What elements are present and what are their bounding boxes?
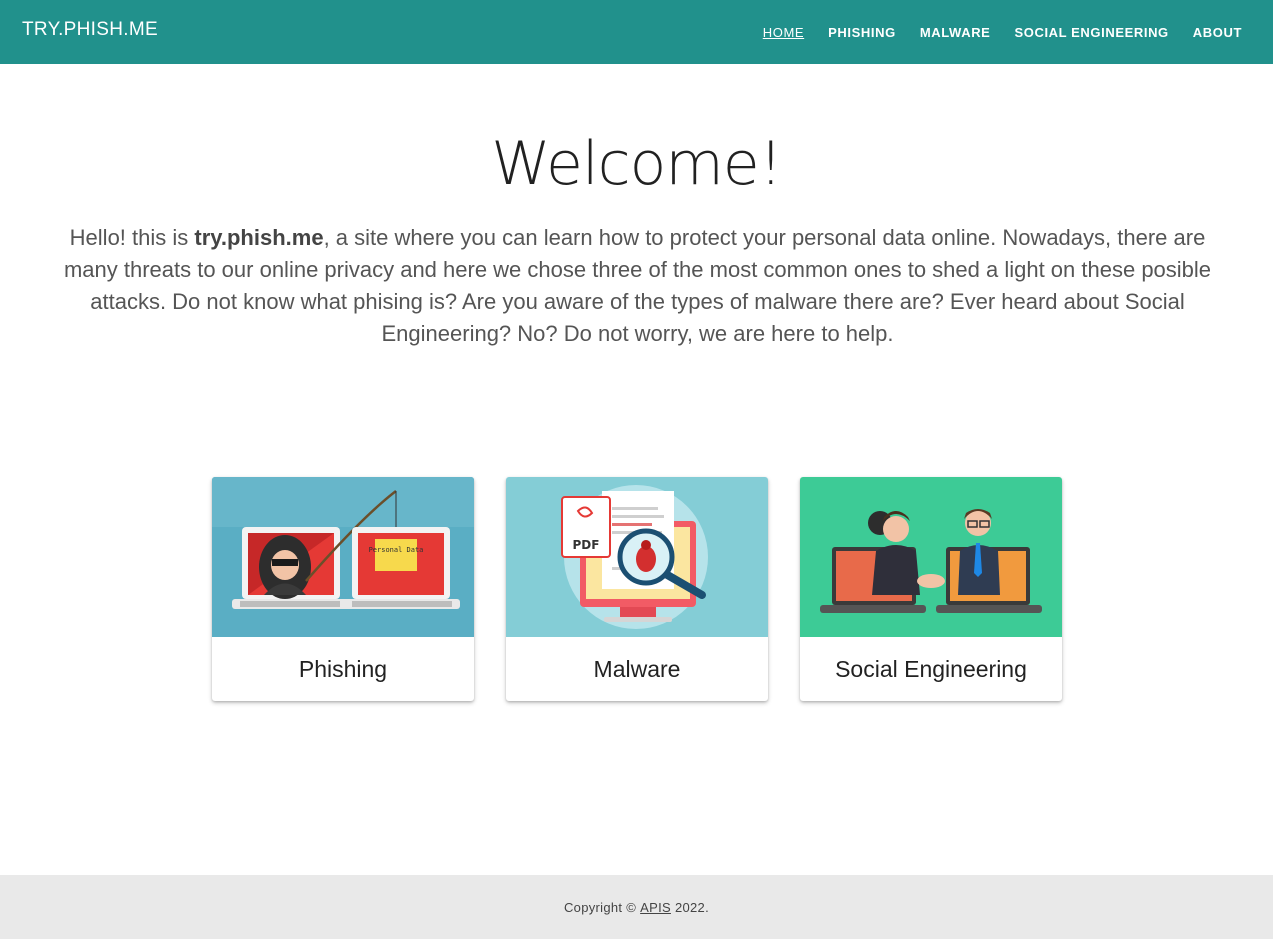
intro-site-name: try.phish.me	[194, 225, 324, 250]
pdf-label-text: PDF	[573, 538, 600, 552]
page-title: Welcome!	[491, 129, 783, 199]
nav-about-link[interactable]: ABOUT	[1193, 25, 1242, 40]
main-nav: HOME PHISHING MALWARE SOCIAL ENGINEERING…	[763, 0, 1242, 64]
nav-home-link[interactable]: HOME	[763, 25, 804, 40]
social-engineering-card-title: Social Engineering	[835, 655, 1027, 682]
intro-paragraph: Hello! this is try.phish.me, a site wher…	[50, 222, 1225, 350]
malware-pdf-magnifier-illustration: PDF	[506, 477, 768, 637]
brand-logo-link[interactable]: TRY.PHISH.ME	[22, 19, 158, 41]
copyright-year: 2022.	[674, 899, 709, 915]
footer: Copyright © APIS 2022.	[0, 875, 1273, 939]
nav-malware-link[interactable]: MALWARE	[920, 25, 991, 40]
top-navbar: TRY.PHISH.ME HOME PHISHING MALWARE SOCIA…	[0, 0, 1273, 64]
topic-cards: Personal Data Phishing PDF Malware Socia…	[212, 477, 1062, 701]
phishing-card[interactable]: Personal Data Phishing	[212, 477, 474, 701]
nav-social-engineering-link[interactable]: SOCIAL ENGINEERING	[1014, 25, 1168, 40]
malware-card-title: Malware	[593, 655, 681, 682]
personal-data-note-text: Personal Data	[369, 546, 424, 554]
social-engineering-handshake-illustration	[800, 477, 1062, 637]
phishing-hacker-laptops-illustration: Personal Data	[212, 477, 474, 637]
malware-card[interactable]: PDF Malware	[506, 477, 768, 701]
copyright-text: Copyright ©	[563, 899, 637, 915]
intro-prefix: Hello! this is	[69, 225, 195, 250]
phishing-card-title: Phishing	[298, 655, 388, 682]
social-engineering-card[interactable]: Social Engineering	[800, 477, 1062, 701]
nav-phishing-link[interactable]: PHISHING	[828, 25, 896, 40]
apis-link[interactable]: APIS	[640, 900, 671, 915]
